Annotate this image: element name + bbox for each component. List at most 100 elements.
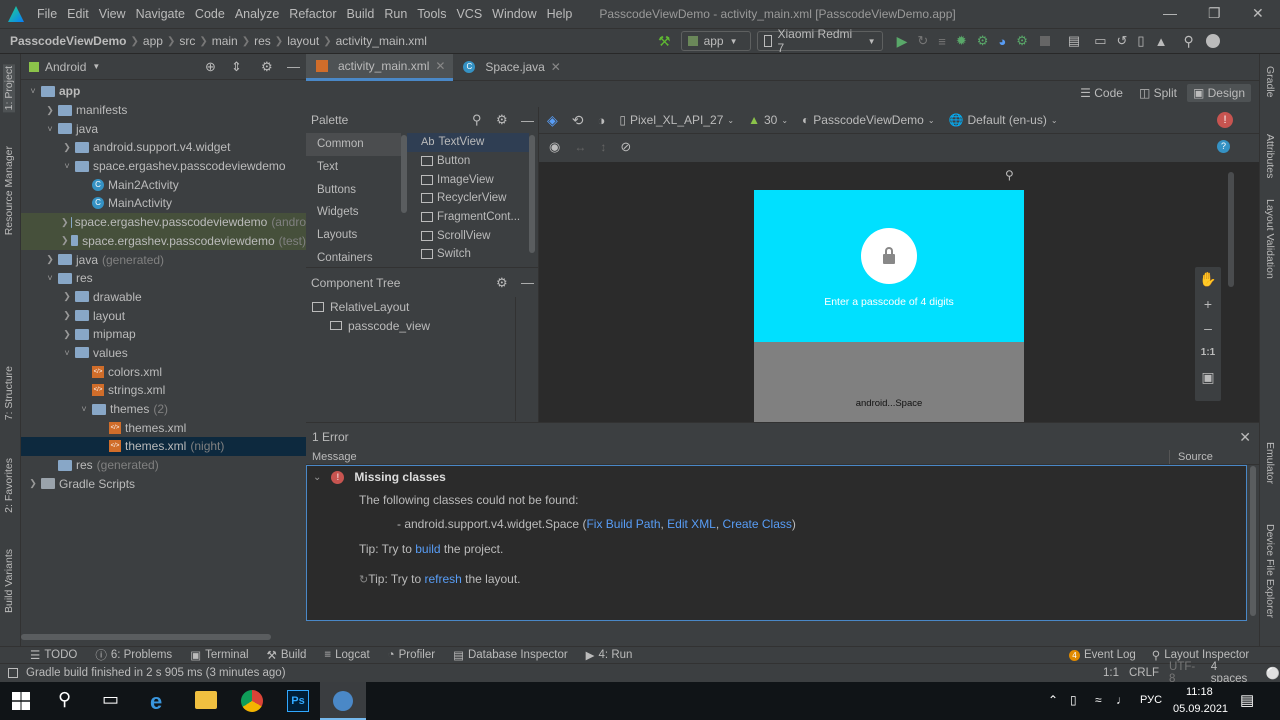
- tool-tab-database-inspector[interactable]: ▤ Database Inspector: [453, 648, 568, 662]
- space-placeholder[interactable]: android...Space: [754, 342, 1024, 422]
- tool-tab-logcat[interactable]: ≡ Logcat: [324, 649, 369, 661]
- chevron-right-icon[interactable]: ❯: [44, 105, 56, 116]
- tool-tab-terminal[interactable]: ▣ Terminal: [190, 648, 248, 662]
- breadcrumb-item[interactable]: app: [139, 34, 167, 48]
- project-tree-item[interactable]: ˅ app: [21, 82, 306, 101]
- resource-manager-tool-tab[interactable]: Resource Manager: [3, 146, 15, 235]
- palette-item[interactable]: Button: [407, 152, 529, 171]
- zoom-out-icon[interactable]: –: [1195, 316, 1221, 341]
- code-mode-button[interactable]: ☰ Code: [1074, 84, 1129, 102]
- palette-category-text[interactable]: Text: [306, 156, 401, 179]
- palette-item[interactable]: ImageView: [407, 170, 529, 189]
- close-tab-icon[interactable]: ✕: [435, 59, 445, 73]
- task-view-icon[interactable]: ▭: [102, 689, 126, 713]
- tool-tab-todo[interactable]: ☰ TODO: [30, 648, 77, 662]
- windows-start-icon[interactable]: [12, 692, 30, 710]
- android-studio-taskbar-item[interactable]: [320, 682, 366, 720]
- fix-build-path-link[interactable]: Fix Build Path: [586, 517, 660, 531]
- menu-view[interactable]: View: [94, 7, 131, 21]
- palette-category-containers[interactable]: Containers: [306, 246, 401, 263]
- run-icon[interactable]: ▶: [897, 33, 908, 50]
- stop-icon[interactable]: [1039, 36, 1050, 46]
- sdk-manager-icon[interactable]: ▲: [1155, 34, 1168, 49]
- project-tree-item[interactable]: </> themes.xml (night): [21, 437, 306, 456]
- debug-icon[interactable]: ✹: [956, 33, 967, 49]
- sync-gradle-icon[interactable]: ↺: [1117, 33, 1128, 49]
- menu-analyze[interactable]: Analyze: [230, 7, 284, 21]
- horizontal-scrollbar[interactable]: [21, 634, 271, 640]
- zoom-in-icon[interactable]: +: [1195, 292, 1221, 317]
- gradle-tool-tab[interactable]: Gradle: [1264, 66, 1276, 98]
- chevron-right-icon[interactable]: ❯: [61, 217, 69, 228]
- tool-tab-profiler[interactable]: ◔ Profiler: [388, 649, 435, 661]
- chevron-down-icon[interactable]: ⌄: [313, 472, 321, 483]
- magnet-off-icon[interactable]: ⊘: [620, 139, 631, 155]
- layers-icon[interactable]: ◈: [547, 112, 558, 129]
- items-scrollbar[interactable]: [529, 135, 535, 253]
- project-tree-item[interactable]: </> colors.xml: [21, 362, 306, 381]
- build-variants-tool-tab[interactable]: Build Variants: [3, 549, 15, 613]
- menu-build[interactable]: Build: [342, 7, 380, 21]
- chevron-right-icon[interactable]: ❯: [61, 235, 69, 246]
- create-class-link[interactable]: Create Class: [723, 517, 792, 531]
- menu-run[interactable]: Run: [379, 7, 412, 21]
- palette-item[interactable]: Ab TextView: [407, 133, 529, 152]
- palette-category-widgets[interactable]: Widgets: [306, 201, 401, 224]
- search-icon[interactable]: ⚲: [472, 112, 482, 128]
- gear-icon[interactable]: ⚙: [496, 112, 508, 128]
- tree-node-relativelayout[interactable]: RelativeLayout: [306, 297, 538, 316]
- photoshop-icon[interactable]: Ps: [287, 690, 309, 712]
- caret-position[interactable]: 1:1: [1103, 667, 1119, 679]
- project-tree-item[interactable]: ❯ layout: [21, 306, 306, 325]
- palette-category-buttons[interactable]: Buttons: [306, 178, 401, 201]
- input-language[interactable]: РУС: [1140, 694, 1162, 706]
- device-preview-select[interactable]: ▯ Pixel_XL_API_27 ⌄: [619, 113, 734, 127]
- project-tree-item[interactable]: ❯ java (generated): [21, 250, 306, 269]
- coverage-icon[interactable]: ⚙: [1016, 33, 1028, 49]
- avd-manager-icon[interactable]: ▭: [1094, 33, 1106, 49]
- lock-icon[interactable]: ⚪: [1266, 666, 1280, 680]
- minimize-icon[interactable]: —: [1163, 5, 1177, 21]
- palette-item[interactable]: RecyclerView: [407, 189, 529, 208]
- search-icon[interactable]: ⚲: [1183, 33, 1193, 50]
- run-config-select[interactable]: app ▼: [680, 31, 751, 51]
- canvas-scrollbar[interactable]: [1228, 172, 1234, 287]
- menu-refactor[interactable]: Refactor: [284, 7, 341, 21]
- breadcrumb-item[interactable]: src: [175, 34, 199, 48]
- restore-icon[interactable]: ❐: [1208, 5, 1221, 22]
- menu-code[interactable]: Code: [190, 7, 230, 21]
- close-window-icon[interactable]: ✕: [1252, 5, 1264, 22]
- gear-icon[interactable]: ⚙: [261, 59, 273, 75]
- breadcrumb-item[interactable]: PasscodeViewDemo: [0, 34, 131, 48]
- project-tree-item[interactable]: ˅ values: [21, 344, 306, 363]
- palette-category-layouts[interactable]: Layouts: [306, 224, 401, 247]
- project-tree-item[interactable]: ❯ drawable: [21, 288, 306, 307]
- close-tab-icon[interactable]: ✕: [551, 60, 561, 74]
- split-mode-button[interactable]: ◫ Split: [1133, 84, 1183, 102]
- locate-icon[interactable]: ⊕: [205, 59, 216, 75]
- chevron-down-icon[interactable]: ˅: [61, 348, 73, 358]
- chevron-down-icon[interactable]: ˅: [78, 404, 90, 414]
- collapse-all-icon[interactable]: ⇕: [231, 59, 242, 75]
- source-column-header[interactable]: Source: [1178, 451, 1213, 463]
- project-tree-item[interactable]: ❯ mipmap: [21, 325, 306, 344]
- attributes-tool-tab[interactable]: Attributes: [1264, 134, 1276, 178]
- emulator-tool-tab[interactable]: Emulator: [1264, 442, 1276, 484]
- event-log-tab[interactable]: 4 Event Log: [1069, 649, 1136, 661]
- project-tree-item[interactable]: ˅ res: [21, 269, 306, 288]
- project-tree-item[interactable]: </> themes.xml: [21, 418, 306, 437]
- device-select[interactable]: Xiaomi Redmi 7 ▼: [756, 27, 883, 55]
- breadcrumb-item[interactable]: layout: [283, 34, 323, 48]
- project-tree-item[interactable]: </> strings.xml: [21, 381, 306, 400]
- tool-tab-build[interactable]: ⚒ Build: [267, 648, 307, 662]
- wifi-icon[interactable]: ≈: [1095, 693, 1102, 707]
- palette-item[interactable]: Switch: [407, 245, 529, 263]
- problems-scrollbar[interactable]: [1250, 466, 1256, 616]
- chrome-icon[interactable]: [241, 690, 263, 712]
- chevron-up-icon[interactable]: ⌃: [1048, 693, 1058, 707]
- chevron-right-icon[interactable]: ❯: [61, 291, 73, 302]
- breadcrumb-item[interactable]: res: [250, 34, 275, 48]
- passcode-header[interactable]: Enter a passcode of 4 digits: [754, 190, 1024, 342]
- design-mode-button[interactable]: ▣ Design: [1186, 84, 1251, 102]
- battery-icon[interactable]: ▯: [1070, 693, 1077, 707]
